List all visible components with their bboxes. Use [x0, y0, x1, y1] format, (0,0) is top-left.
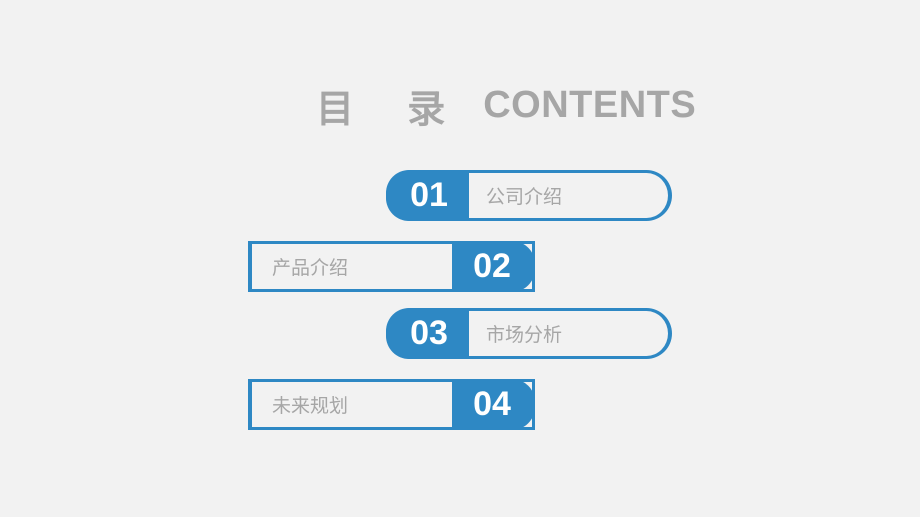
- item-label: 产品介绍: [272, 257, 349, 279]
- item-number: 02: [452, 241, 535, 292]
- title-chinese: 目 录: [316, 87, 466, 131]
- item-number: 01: [386, 170, 469, 221]
- item-label: 公司介绍: [486, 186, 563, 208]
- contents-item-02[interactable]: 产品介绍 02: [248, 241, 535, 292]
- item-number: 04: [452, 379, 535, 430]
- contents-item-03[interactable]: 03 市场分析: [386, 308, 672, 359]
- page-title: 目 录 CONTENTS: [316, 78, 696, 133]
- title-english: CONTENTS: [483, 84, 697, 126]
- item-label: 市场分析: [486, 324, 563, 346]
- contents-item-01[interactable]: 01 公司介绍: [386, 170, 672, 221]
- item-label: 未来规划: [272, 395, 349, 417]
- contents-item-04[interactable]: 未来规划 04: [248, 379, 535, 430]
- item-number: 03: [386, 308, 469, 359]
